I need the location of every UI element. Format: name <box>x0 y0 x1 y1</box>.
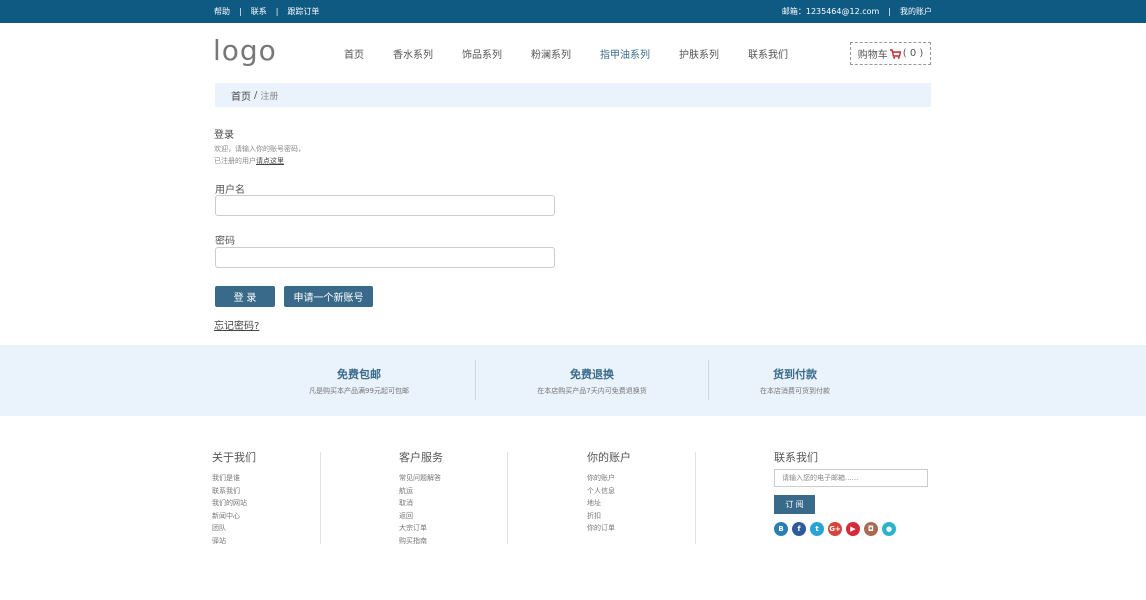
site-logo[interactable]: logo <box>213 34 277 67</box>
login-description: 欢迎，请输入你的账号密码， <box>214 145 305 153</box>
footer-link[interactable]: 联系我们 <box>212 485 247 498</box>
newsletter-email-input[interactable]: 请输入您的电子邮箱...... <box>774 469 928 487</box>
feature-free-shipping: 免费包邮 凡是购买本产品满99元起可包邮 <box>244 345 474 416</box>
contact-link[interactable]: 联系 <box>251 6 267 17</box>
footer-link[interactable]: 折扣 <box>587 510 615 523</box>
footer-service-title: 客户服务 <box>399 451 443 464</box>
footer-account-title: 你的账户 <box>587 451 631 464</box>
footer-link[interactable]: 地址 <box>587 497 615 510</box>
cart-count: ( 0 ) <box>902 48 924 59</box>
breadcrumb-home[interactable]: 首页 <box>231 88 251 103</box>
footer-link[interactable]: 个人信息 <box>587 485 615 498</box>
login-register-hint-text: 已注册的用户 <box>214 157 256 165</box>
nav-item-contact[interactable]: 联系我们 <box>748 46 788 61</box>
facebook-icon[interactable]: f <box>792 522 806 536</box>
footer-contact-title: 联系我们 <box>774 451 818 464</box>
nav-item-nail-polish[interactable]: 指甲油系列 <box>600 46 650 61</box>
my-account-link[interactable]: 我的账户 <box>900 6 932 17</box>
footer-link[interactable]: 航运 <box>399 485 441 498</box>
breadcrumb-current: 注册 <box>260 91 279 102</box>
register-button[interactable]: 申请一个新账号 <box>284 286 373 307</box>
top-bar: 帮助 | 联系 | 跟踪订单 邮箱：1235464@12.com | 我的账户 <box>0 0 1146 23</box>
footer-divider <box>695 452 696 544</box>
nav-item-jewelry[interactable]: 饰品系列 <box>462 46 502 61</box>
footer-link[interactable]: 你的账户 <box>587 472 615 485</box>
footer-link[interactable]: 返回 <box>399 510 441 523</box>
top-bar-links: 帮助 | 联系 | 跟踪订单 <box>214 0 319 23</box>
login-button[interactable]: 登 录 <box>215 286 275 307</box>
contact-email: 邮箱：1235464@12.com <box>781 7 880 16</box>
username-label: 用户名 <box>215 185 245 196</box>
forgot-password-link[interactable]: 忘记密码? <box>214 317 259 332</box>
top-bar-separator: | <box>275 7 279 16</box>
main-nav: 首页 香水系列 饰品系列 粉澜系列 指甲油系列 护肤系列 联系我们 <box>344 46 817 61</box>
top-bar-separator: | <box>888 7 891 16</box>
shopping-cart-icon <box>889 48 902 59</box>
login-title: 登录 <box>214 130 234 141</box>
footer-about-title: 关于我们 <box>212 451 256 464</box>
social-links: Bf t G+ ▶ ◘ ● <box>774 522 900 536</box>
feature-title: 免费包邮 <box>337 368 381 381</box>
cart-button[interactable]: 购物车 ( 0 ) <box>850 42 931 65</box>
track-order-link[interactable]: 跟踪订单 <box>287 6 319 17</box>
nav-item-skincare[interactable]: 护肤系列 <box>679 46 719 61</box>
nav-item-home[interactable]: 首页 <box>344 46 364 61</box>
blogger-icon[interactable]: B <box>774 522 788 536</box>
features-band: 免费包邮 凡是购买本产品满99元起可包邮 免费退换 在本店购买产品7天内可免费退… <box>0 345 1146 416</box>
feature-subtitle: 凡是购买本产品满99元起可包邮 <box>309 387 409 395</box>
feature-subtitle: 在本店消费可货到付款 <box>760 387 830 395</box>
footer-link[interactable]: 大宗订单 <box>399 522 441 535</box>
help-link[interactable]: 帮助 <box>214 6 230 17</box>
feature-title: 货到付款 <box>773 368 817 381</box>
instagram-icon[interactable]: ◘ <box>864 522 878 536</box>
breadcrumb-separator: / <box>254 89 258 101</box>
footer-link[interactable]: 购买指南 <box>399 535 441 548</box>
top-bar-account: 邮箱：1235464@12.com | 我的账户 <box>782 0 932 23</box>
register-here-link[interactable]: 请点这里 <box>256 157 284 165</box>
footer-link[interactable]: 我们是谁 <box>212 472 247 485</box>
footer-link[interactable]: 驿站 <box>212 535 247 548</box>
footer-link[interactable]: 团队 <box>212 522 247 535</box>
top-bar-separator: | <box>239 7 242 16</box>
password-label: 密码 <box>215 236 235 247</box>
footer-about-list: 我们是谁 联系我们 我们的网站 新闻中心 团队 驿站 <box>212 472 247 547</box>
location-icon[interactable]: ● <box>882 522 896 536</box>
footer-link[interactable]: 新闻中心 <box>212 510 247 523</box>
password-input[interactable] <box>215 247 555 268</box>
breadcrumb: 首页 / 注册 <box>215 83 931 107</box>
footer-divider <box>507 452 508 544</box>
cart-label: 购物车 <box>857 50 888 61</box>
footer-divider <box>320 452 321 544</box>
footer-account-list: 你的账户 个人信息 地址 折扣 你的订单 <box>587 472 615 535</box>
footer-link[interactable]: 你的订单 <box>587 522 615 535</box>
feature-subtitle: 在本店购买产品7天内可免费退换货 <box>537 387 647 395</box>
subscribe-button[interactable]: 订 阅 <box>774 495 815 514</box>
google-plus-icon[interactable]: G+ <box>828 522 842 536</box>
youtube-icon[interactable]: ▶ <box>846 522 860 536</box>
feature-title: 免费退换 <box>570 368 614 381</box>
feature-cash-on-delivery: 货到付款 在本店消费可货到付款 <box>709 345 881 416</box>
footer-link[interactable]: 常见问题解答 <box>399 472 441 485</box>
nav-item-powder[interactable]: 粉澜系列 <box>531 46 571 61</box>
nav-item-perfume[interactable]: 香水系列 <box>393 46 433 61</box>
footer-service-list: 常见问题解答 航运 取消 返回 大宗订单 购买指南 <box>399 472 441 547</box>
twitter-icon[interactable]: t <box>810 522 824 536</box>
login-register-hint: 已注册的用户请点这里 <box>214 156 284 166</box>
footer-link[interactable]: 取消 <box>399 497 441 510</box>
feature-free-returns: 免费退换 在本店购买产品7天内可免费退换货 <box>476 345 708 416</box>
footer-link[interactable]: 我们的网站 <box>212 497 247 510</box>
username-input[interactable] <box>215 195 555 216</box>
